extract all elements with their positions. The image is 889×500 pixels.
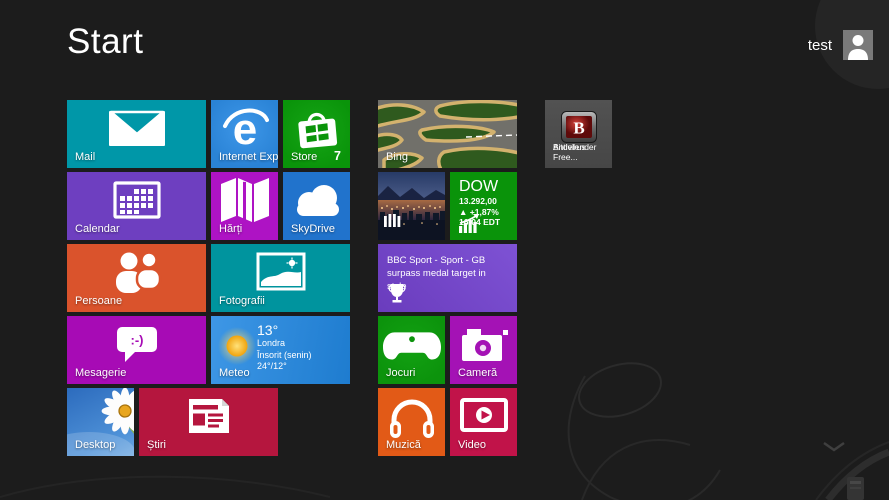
dow-value: 13.292,00 [459, 196, 500, 207]
user-name: test [808, 37, 832, 54]
tile-store[interactable]: Store 7 [283, 100, 350, 168]
xbox-controller-icon [383, 326, 441, 362]
weather-high-low: 24°/12° [257, 361, 312, 373]
tile-label: Bing [386, 151, 408, 163]
bar-chart-up-icon [458, 213, 482, 233]
tile-label: Video [458, 439, 486, 451]
tile-label: Meteo [219, 367, 250, 379]
weather-temperature: 13° [257, 322, 312, 338]
page-title: Start [67, 22, 143, 62]
tile-label: Internet Explorer [219, 151, 278, 163]
tile-calendar[interactable]: Calendar [67, 172, 206, 240]
tile-skydrive[interactable]: SkyDrive [283, 172, 350, 240]
corner-widget-glimpse [847, 477, 864, 500]
city-dusk-photo [378, 172, 445, 240]
svg-text::-): :-) [130, 333, 143, 348]
people-icon [108, 249, 166, 295]
trophy-icon [387, 282, 407, 304]
tile-games[interactable]: Jocuri [378, 316, 445, 384]
play-screen-icon [460, 397, 508, 435]
weather-info: 13° Londra Însorit (senin) 24°/12° [257, 322, 312, 373]
chat-bubble-icon: :-) [112, 323, 162, 365]
tile-bing[interactable]: Bing [378, 100, 517, 168]
svg-text:B: B [573, 119, 584, 138]
tile-internet-explorer[interactable]: e Internet Explorer [211, 100, 278, 168]
internet-explorer-icon: e [220, 104, 270, 152]
weather-city: Londra [257, 338, 312, 350]
headphones-icon [386, 393, 438, 439]
tile-label: Mesagerie [75, 367, 126, 379]
bitdefender-subtitle: Antivirus Free... [553, 142, 612, 162]
tile-label: Fotografii [219, 295, 265, 307]
camera-icon [458, 323, 510, 365]
tile-travel-photo[interactable] [378, 172, 445, 240]
tile-music[interactable]: Muzică [378, 388, 445, 456]
tile-desktop[interactable]: Desktop [67, 388, 134, 456]
dow-index-name: DOW [459, 177, 500, 196]
tile-finance-dow[interactable]: DOW 13.292,00 ▲ +1,87% 16:04 EDT [450, 172, 517, 240]
calendar-icon [112, 180, 162, 220]
store-bag-icon [294, 105, 340, 151]
tile-photos[interactable]: Fotografii [211, 244, 350, 312]
tile-messaging[interactable]: :-) Mesagerie [67, 316, 206, 384]
tile-label: Jocuri [386, 367, 415, 379]
photo-icon [255, 251, 307, 293]
tile-label: Muzică [386, 439, 421, 451]
tile-group-1: Mail e Internet Explorer [67, 100, 350, 456]
tile-label: Hărți [219, 223, 242, 235]
sun-icon [217, 326, 257, 366]
tile-label: Desktop [75, 439, 115, 451]
user-avatar-icon [843, 30, 873, 60]
tile-group-3: B Bitdefender Antivirus Free... [545, 100, 612, 456]
user-account[interactable]: test [808, 30, 873, 60]
tile-mail[interactable]: Mail [67, 100, 206, 168]
tile-weather[interactable]: 13° Londra Însorit (senin) 24°/12° Meteo [211, 316, 350, 384]
tile-area: Mail e Internet Explorer [67, 100, 612, 456]
tile-label: Cameră [458, 367, 497, 379]
tile-bitdefender[interactable]: B Bitdefender Antivirus Free... [545, 100, 612, 168]
tile-label: Mail [75, 151, 95, 163]
cloud-icon [289, 181, 345, 219]
tile-group-2: Bing [378, 100, 517, 456]
tile-video[interactable]: Video [450, 388, 517, 456]
start-screen: Start test Mail e Internet [0, 0, 889, 500]
weather-condition: Însorit (senin) [257, 350, 312, 362]
store-badge: 7 [334, 149, 341, 163]
envelope-icon [107, 107, 167, 149]
tile-bbc-sport[interactable]: BBC Sport - Sport - GB surpass medal tar… [378, 244, 517, 312]
tile-label: Persoane [75, 295, 122, 307]
tile-maps[interactable]: Hărți [211, 172, 278, 240]
tile-people[interactable]: Persoane [67, 244, 206, 312]
map-icon [217, 173, 273, 227]
tile-label: Calendar [75, 223, 120, 235]
tile-label: Store [291, 151, 317, 163]
tile-label: Știri [147, 439, 166, 451]
bitdefender-logo-icon: B [560, 110, 598, 144]
tile-camera[interactable]: Cameră [450, 316, 517, 384]
tile-label: SkyDrive [291, 223, 335, 235]
chevron-down-icon[interactable] [822, 441, 846, 453]
tile-news[interactable]: Știri [139, 388, 278, 456]
newspaper-icon [185, 396, 233, 436]
